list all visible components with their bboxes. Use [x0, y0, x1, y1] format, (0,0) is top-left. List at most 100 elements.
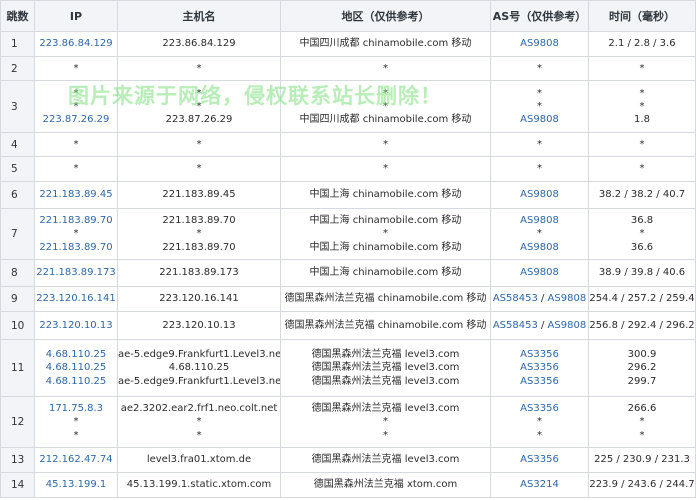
- location-cell: 中国上海 chinamobile.com 移动: [280, 181, 491, 209]
- location-cell: *: [280, 156, 491, 182]
- asn-link[interactable]: AS3356: [520, 376, 559, 387]
- location-cell: 中国四川成都 chinamobile.com 移动: [280, 31, 491, 57]
- hostname-cell: 45.13.199.1.static.xtom.com: [117, 472, 281, 498]
- latency-cell: 225 / 230.9 / 231.3: [588, 447, 696, 473]
- latency: *: [639, 228, 645, 240]
- ip-address: *: [73, 100, 79, 112]
- latency-cell: 300.9 296.2 299.7: [588, 339, 696, 397]
- asn-line: *: [492, 62, 588, 75]
- latency: *: [639, 62, 645, 74]
- asn-link[interactable]: AS3356: [520, 349, 559, 360]
- latency-cell: 2.1 / 2.8 / 3.6: [588, 31, 696, 57]
- asn-cell: AS9808: [490, 259, 589, 287]
- hostname-cell: ae2.3202.ear2.frf1.neo.colt.net * *: [117, 396, 281, 448]
- asn-link[interactable]: AS9808: [520, 267, 559, 278]
- hop-number: 9: [0, 286, 35, 312]
- asn-link[interactable]: AS9808: [520, 189, 559, 200]
- asn-link[interactable]: AS9808: [520, 215, 559, 226]
- ip-address[interactable]: 221.183.89.70: [36, 214, 117, 227]
- asn-line: *: [492, 415, 588, 428]
- location: *: [383, 429, 388, 441]
- ip-address[interactable]: 223.86.84.129: [36, 37, 117, 50]
- asn-link[interactable]: AS58453: [493, 320, 538, 331]
- asn-link: *: [537, 163, 542, 175]
- latency: 1.8: [634, 114, 650, 126]
- hostname-cell: 221.183.89.45: [117, 181, 281, 209]
- asn-cell: AS9808: [490, 31, 589, 57]
- asn-line: *: [492, 138, 588, 151]
- asn-cell: *: [490, 156, 589, 182]
- hostname: *: [196, 429, 202, 441]
- asn-line: AS3356: [492, 453, 588, 466]
- latency-cell: 36.8 * 36.6: [588, 208, 696, 260]
- location: 中国上海 chinamobile.com 移动: [309, 241, 462, 253]
- ip-address[interactable]: 212.162.47.74: [36, 453, 117, 466]
- ip-address[interactable]: 4.68.110.25: [36, 375, 117, 388]
- latency: 38.2 / 38.2 / 40.7: [598, 189, 686, 201]
- asn-link[interactable]: AS9808: [548, 320, 587, 331]
- latency-cell: 266.6 * *: [588, 396, 696, 448]
- location: 德国黑森州法兰克福 level3.com: [311, 375, 460, 387]
- location: 德国黑森州法兰克福 level3.com: [311, 349, 460, 361]
- asn-line: *: [492, 162, 588, 175]
- ip-address[interactable]: 221.183.89.173: [36, 266, 117, 279]
- table-row: 12 171.75.8.3 * * ae2.3202.ear2.frf1.neo.col…: [0, 396, 696, 448]
- hostname: *: [196, 87, 202, 99]
- latency: 38.9 / 39.8 / 40.6: [598, 267, 686, 279]
- hop-number: 1: [0, 31, 35, 57]
- latency-cell: 223.9 / 243.6 / 244.7: [588, 472, 696, 498]
- ip-address[interactable]: 223.120.10.13: [36, 319, 117, 332]
- latency-cell: 38.9 / 39.8 / 40.6: [588, 259, 696, 287]
- asn-line: AS3356: [492, 375, 588, 388]
- asn-line: AS3356: [492, 361, 588, 374]
- table-row: 5 * * * * *: [0, 156, 696, 182]
- latency-cell: *: [588, 156, 696, 182]
- ip-address[interactable]: 221.183.89.70: [36, 241, 117, 254]
- table-row: 3 * * 223.87.26.29 * * 223.87.26.29 * * 中国四川成都 ch…: [0, 80, 696, 133]
- asn-link: *: [537, 228, 542, 240]
- asn-link[interactable]: AS58453: [493, 293, 538, 304]
- ip-address[interactable]: 171.75.8.3: [36, 402, 117, 415]
- hop-number: 8: [0, 259, 35, 287]
- location: 中国四川成都 chinamobile.com 移动: [299, 114, 472, 126]
- asn-link[interactable]: AS9808: [520, 114, 559, 125]
- asn-cell: *: [490, 132, 589, 157]
- location: 德国黑森州法兰克福 chinamobile.com 移动: [284, 319, 487, 331]
- hostname-cell: 221.183.89.173: [117, 259, 281, 287]
- hostname-cell: 223.120.10.13: [117, 311, 281, 340]
- ip-address[interactable]: 221.183.89.45: [36, 188, 117, 201]
- header-ip: IP: [34, 0, 118, 32]
- location: 中国上海 chinamobile.com 移动: [309, 267, 462, 279]
- latency-cell: * * 1.8: [588, 80, 696, 133]
- location: *: [383, 62, 388, 74]
- hop-number: 11: [0, 339, 35, 397]
- location: *: [383, 228, 388, 240]
- ip-address-cell: 223.120.10.13: [34, 311, 118, 340]
- asn-link[interactable]: AS3356: [520, 454, 559, 465]
- header-hostname: 主机名: [117, 0, 281, 32]
- asn-link[interactable]: AS3356: [520, 403, 559, 414]
- ip-address[interactable]: 223.87.26.29: [36, 113, 117, 126]
- hop-number: 6: [0, 181, 35, 209]
- hop-number: 14: [0, 472, 35, 498]
- asn-link[interactable]: AS9808: [520, 38, 559, 49]
- hostname: *: [196, 100, 202, 112]
- asn-cell: * * AS9808: [490, 80, 589, 133]
- location: *: [383, 138, 388, 150]
- ip-address[interactable]: 223.120.16.141: [36, 292, 117, 305]
- ip-address[interactable]: 4.68.110.25: [36, 361, 117, 374]
- asn-link[interactable]: AS3214: [520, 479, 559, 490]
- header-hop: 跳数: [0, 0, 35, 32]
- asn-link[interactable]: AS9808: [548, 293, 587, 304]
- location-cell: 德国黑森州法兰克福 level3.com * *: [280, 396, 491, 448]
- ip-address[interactable]: 45.13.199.1: [36, 478, 117, 491]
- ip-address-cell: 212.162.47.74: [34, 447, 118, 473]
- ip-address: *: [73, 429, 79, 441]
- latency: 36.8: [630, 215, 654, 227]
- asn-link: *: [537, 138, 542, 150]
- asn-link[interactable]: AS9808: [520, 242, 559, 253]
- asn-link[interactable]: AS3356: [520, 362, 559, 373]
- ip-address[interactable]: 4.68.110.25: [36, 348, 117, 361]
- latency: 266.6: [627, 403, 657, 415]
- hop-number: 5: [0, 156, 35, 182]
